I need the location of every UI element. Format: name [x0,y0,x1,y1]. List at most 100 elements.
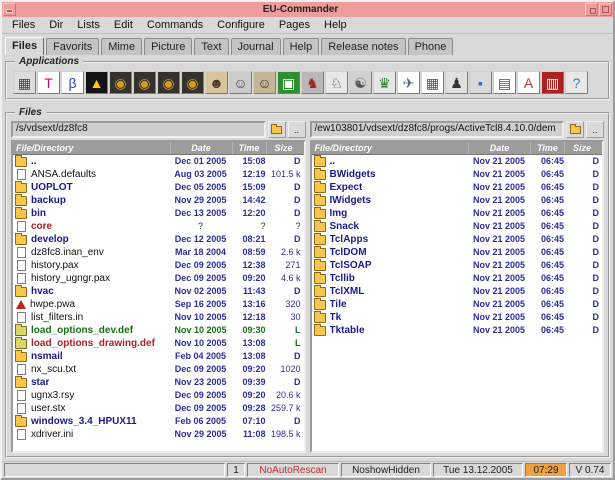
file-row[interactable]: TclDOM Nov 21 2005 06:45 D [312,246,603,259]
file-date: ? [170,220,232,233]
column-header-time[interactable]: Time [530,142,564,154]
file-row[interactable]: TclSOAP Nov 21 2005 06:45 D [312,259,603,272]
portrait-3-icon[interactable]: ☺ [253,71,276,94]
menu-item[interactable]: Edit [107,18,140,32]
file-row[interactable]: UOPLOT Dec 05 2005 15:09 D [13,181,304,194]
left-folder-button[interactable] [268,121,286,138]
file-row[interactable]: Tktable Nov 21 2005 06:45 D [312,324,603,337]
file-row[interactable]: dz8fc8.inan_env Mar 18 2004 08:59 2.6 k [13,246,304,259]
file-row[interactable]: Tile Nov 21 2005 06:45 D [312,298,603,311]
file-row[interactable]: nsmail Feb 04 2005 13:08 D [13,350,304,363]
right-updir-button[interactable]: .. [586,121,604,138]
file-row[interactable]: IWidgets Nov 21 2005 06:45 D [312,194,603,207]
workstation-icon[interactable]: ▦ [13,71,36,94]
minimize-icon[interactable] [585,3,598,16]
tab[interactable]: Files [5,37,44,55]
menu-item[interactable]: Dir [42,18,70,32]
column-header-time[interactable]: Time [232,142,266,154]
file-row[interactable]: .. Dec 01 2005 15:08 D [13,155,304,168]
menu-item[interactable]: Pages [272,18,317,32]
file-row[interactable]: load_options_drawing.def Nov 10 2005 13:… [13,337,304,350]
green-box-icon[interactable]: ▣ [277,71,300,94]
file-name: IWidgets [330,194,372,207]
window-menu-icon[interactable] [3,3,16,16]
file-row[interactable]: Img Nov 21 2005 06:45 D [312,207,603,220]
tab[interactable]: Journal [231,38,281,55]
crown-icon[interactable]: ♛ [373,71,396,94]
red-horse-icon[interactable]: ♞ [301,71,324,94]
file-row[interactable]: star Nov 23 2005 09:39 D [13,376,304,389]
column-header-size[interactable]: Size [266,142,304,154]
masks-icon[interactable]: ☯ [349,71,372,94]
file-row[interactable]: ugnx3.rsy Dec 09 2005 09:20 20.6 k [13,389,304,402]
tab[interactable]: Mime [101,38,142,55]
file-row[interactable]: Snack Nov 21 2005 06:45 D [312,220,603,233]
file-row[interactable]: hwpe.pwa Sep 16 2005 13:16 320 [13,298,304,311]
abc-icon[interactable]: A [517,71,540,94]
file-row[interactable]: BWidgets Nov 21 2005 06:45 D [312,168,603,181]
file-row[interactable]: list_filters.in Nov 10 2005 12:18 30 [13,311,304,324]
knight-icon[interactable]: ♘ [325,71,348,94]
tab[interactable]: Help [283,38,320,55]
column-header-size[interactable]: Size [564,142,602,154]
telekom-icon[interactable]: T [37,71,60,94]
column-header-date[interactable]: Date [170,142,232,154]
maximize-icon[interactable] [599,3,612,16]
portrait-1-icon[interactable]: ☻ [205,71,228,94]
file-row[interactable]: windows_3.4_HPUX11 Feb 06 2005 07:10 D [13,415,304,428]
tab[interactable]: Picture [144,38,192,55]
applications-toolbar: ▦ T β ▲ ◉ ◉ ◉ ◉ ☻ ☺ ☺ ▣ [11,70,604,95]
file-row[interactable]: user.stx Dec 09 2005 09:28 259.7 k [13,402,304,415]
file-row[interactable]: nx_scu.txt Dec 09 2005 09:20 1020 [13,363,304,376]
file-row[interactable]: TclApps Nov 21 2005 06:45 D [312,233,603,246]
coin-1-icon[interactable]: ◉ [109,71,132,94]
file-row[interactable]: core ? ? ? [13,220,304,233]
pawn-icon[interactable]: ♟ [445,71,468,94]
file-row[interactable]: Expect Nov 21 2005 06:45 D [312,181,603,194]
file-row[interactable]: TclXML Nov 21 2005 06:45 D [312,285,603,298]
plane-icon[interactable]: ✈ [397,71,420,94]
column-header-name[interactable]: File/Directory [13,142,170,154]
tab[interactable]: Phone [408,38,454,55]
left-updir-button[interactable]: .. [288,121,306,138]
file-row[interactable]: develop Dec 12 2005 08:21 D [13,233,304,246]
file-row[interactable]: bin Dec 13 2005 12:20 D [13,207,304,220]
prism-icon[interactable]: ▲ [85,71,108,94]
tab[interactable]: Text [194,38,228,55]
coin-4-icon[interactable]: ◉ [181,71,204,94]
column-header-date[interactable]: Date [468,142,530,154]
document-icon[interactable]: ▤ [493,71,516,94]
left-path-input[interactable]: /s/vdsext/dz8fc8 [11,121,266,138]
menu-item[interactable]: Help [317,18,354,32]
file-row[interactable]: Tk Nov 21 2005 06:45 D [312,311,603,324]
file-row[interactable]: history.pax Dec 09 2005 12:38 271 [13,259,304,272]
file-row[interactable]: hvac Nov 02 2005 11:43 D [13,285,304,298]
menu-item[interactable]: Configure [210,18,272,32]
file-row[interactable]: history_ugngr.pax Dec 09 2005 09:20 4.6 … [13,272,304,285]
file-row[interactable]: xdriver.ini Nov 29 2005 11:08 198.5 k [13,428,304,441]
tab[interactable]: Release notes [321,38,405,55]
tab[interactable]: Favorits [46,38,99,55]
menu-item[interactable]: Files [5,18,42,32]
file-type-icon [314,196,326,206]
menu-item[interactable]: Lists [70,18,107,32]
column-header-name[interactable]: File/Directory [312,142,469,154]
right-path-input[interactable]: /ew103801/vdsext/dz8fc8/progs/ActiveTcl8… [310,121,565,138]
file-name: ugnx3.rsy [31,389,74,402]
grid-icon[interactable]: ▦ [421,71,444,94]
file-row[interactable]: Tcllib Nov 21 2005 06:45 D [312,272,603,285]
book-icon[interactable]: ▥ [541,71,564,94]
file-size: D [266,285,304,298]
beta-icon[interactable]: β [61,71,84,94]
right-folder-button[interactable] [566,121,584,138]
file-row[interactable]: load_options_dev.def Nov 10 2005 09:30 L [13,324,304,337]
disk-icon[interactable]: ▪ [469,71,492,94]
file-row[interactable]: .. Nov 21 2005 06:45 D [312,155,603,168]
coin-2-icon[interactable]: ◉ [133,71,156,94]
file-row[interactable]: ANSA.defaults Aug 03 2005 12:19 101.5 k [13,168,304,181]
menu-item[interactable]: Commands [140,18,210,32]
file-row[interactable]: backup Nov 29 2005 14:42 D [13,194,304,207]
portrait-2-icon[interactable]: ☺ [229,71,252,94]
coin-3-icon[interactable]: ◉ [157,71,180,94]
help-icon[interactable]: ? [565,71,588,94]
